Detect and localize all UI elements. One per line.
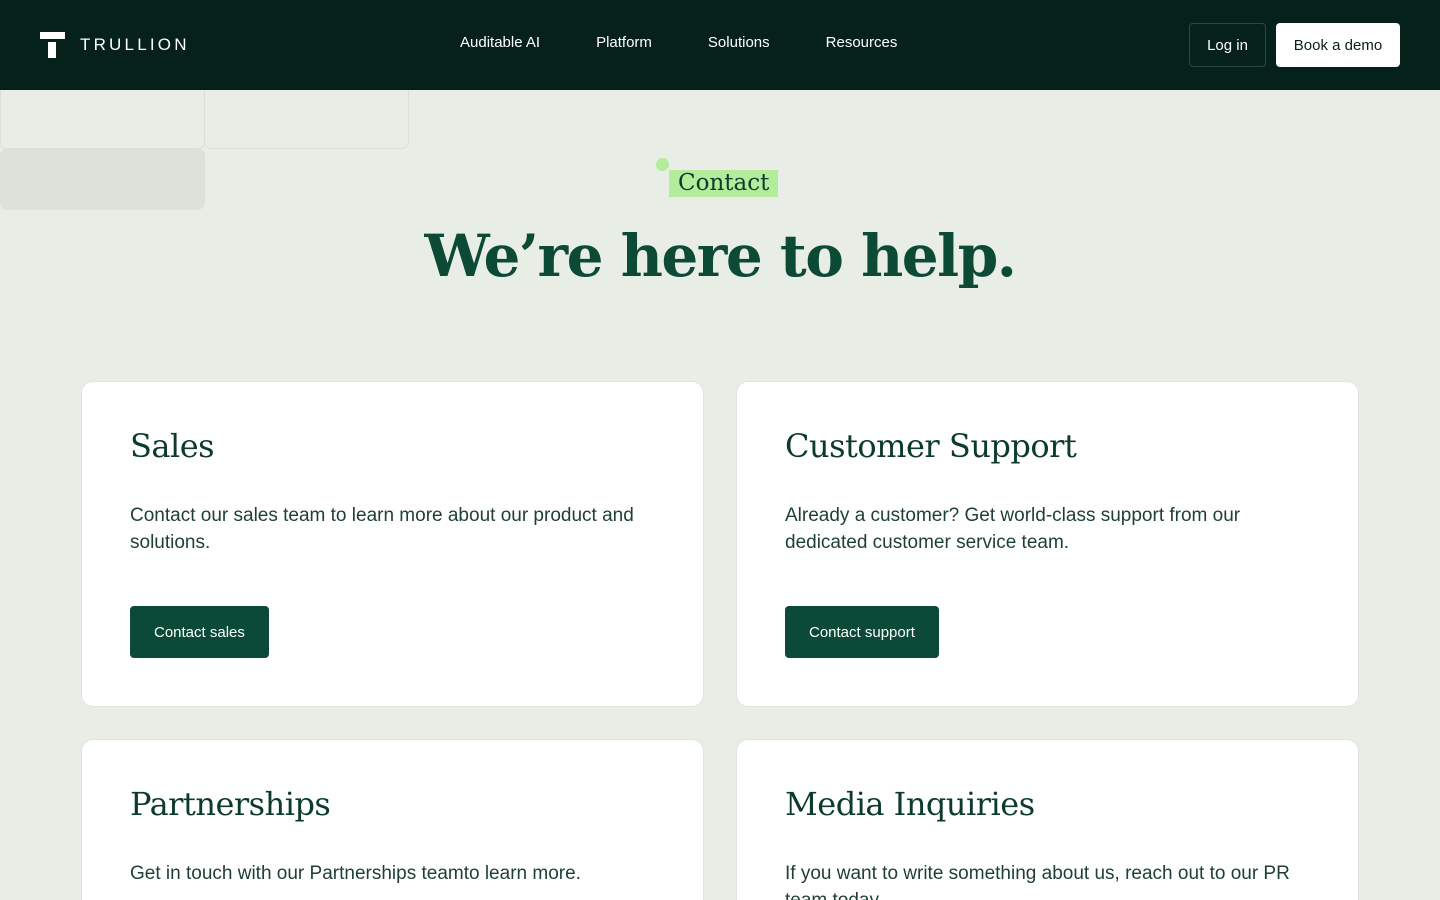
book-demo-button[interactable]: Book a demo xyxy=(1276,23,1400,67)
decorative-tile xyxy=(0,148,205,210)
card-description: Already a customer? Get world-class supp… xyxy=(785,505,1241,553)
card-title: Sales xyxy=(130,427,215,465)
contact-sales-button[interactable]: Contact sales xyxy=(130,606,269,658)
page-title: We’re here to help. xyxy=(424,222,1017,290)
decorative-tile xyxy=(204,90,409,149)
login-button[interactable]: Log in xyxy=(1189,23,1266,67)
customer-support-card: Customer Support Already a customer? Get… xyxy=(736,381,1359,707)
partnerships-card: Partnerships Get in touch with our Partn… xyxy=(81,739,704,900)
nav-item-auditable-ai[interactable]: Auditable AI xyxy=(460,34,540,51)
card-title: Media Inquiries xyxy=(785,785,1035,823)
sales-card: Sales Contact our sales team to learn mo… xyxy=(81,381,704,707)
nav-item-resources[interactable]: Resources xyxy=(826,34,898,51)
card-description: If you want to write something about us,… xyxy=(785,863,1290,900)
brand-logo[interactable]: TRULLION xyxy=(40,32,190,58)
card-title: Customer Support xyxy=(785,427,1077,465)
nav-item-solutions[interactable]: Solutions xyxy=(708,34,770,51)
decorative-tile xyxy=(0,90,205,150)
card-title: Partnerships xyxy=(130,785,331,823)
card-description: Get in touch with our Partnerships teamt… xyxy=(130,863,581,884)
trullion-logo-icon xyxy=(40,32,65,58)
card-description: Contact our sales team to learn more abo… xyxy=(130,505,634,553)
media-inquiries-card: Media Inquiries If you want to write som… xyxy=(736,739,1359,900)
eyebrow-label: Contact xyxy=(669,170,779,197)
contact-support-button[interactable]: Contact support xyxy=(785,606,939,658)
top-navbar: TRULLION Auditable AI Platform Solutions… xyxy=(0,0,1440,90)
brand-name: TRULLION xyxy=(80,35,190,54)
main-nav: Auditable AI Platform Solutions Resource… xyxy=(460,34,953,51)
eyebrow-dot-icon xyxy=(656,158,669,171)
nav-item-platform[interactable]: Platform xyxy=(596,34,652,51)
